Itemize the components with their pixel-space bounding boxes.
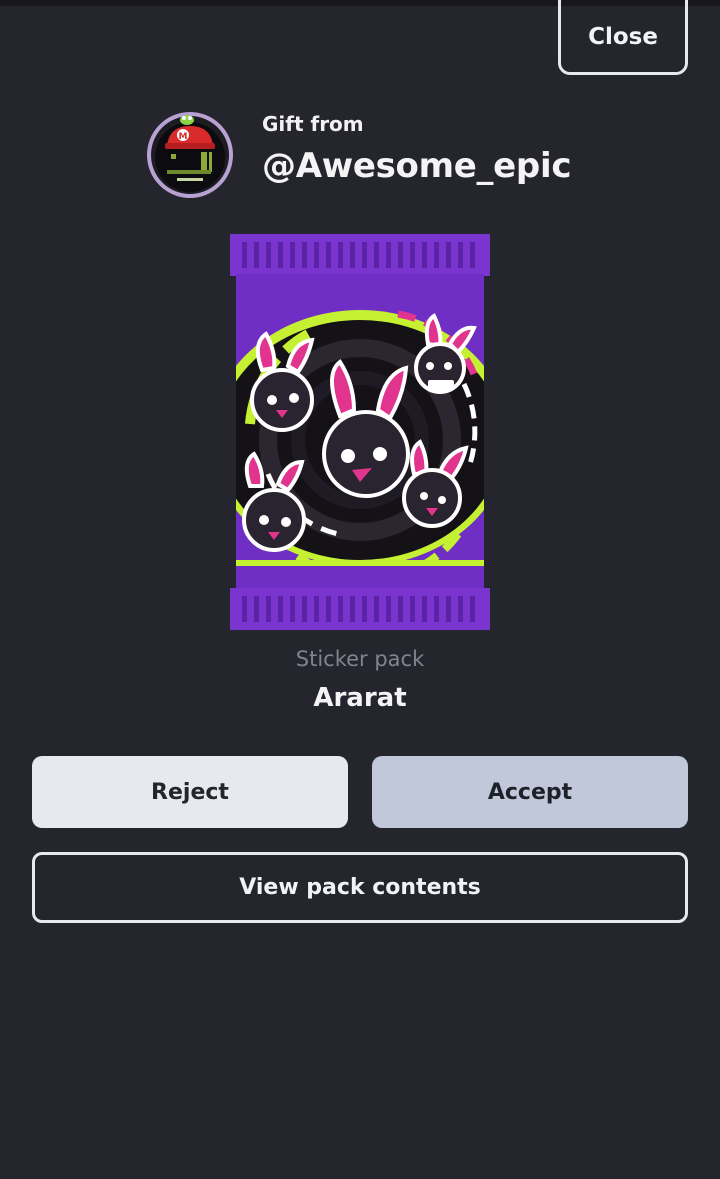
view-pack-contents-button[interactable]: View pack contents xyxy=(32,852,688,923)
pack-name: Ararat xyxy=(313,683,407,713)
gift-from-label: Gift from xyxy=(262,112,364,136)
reject-button[interactable]: Reject xyxy=(32,756,348,828)
pack-type-label: Sticker pack xyxy=(295,647,425,671)
sender-avatar-icon: M xyxy=(147,112,233,198)
svg-text:M: M xyxy=(179,132,188,142)
sticker-pack-icon xyxy=(230,234,490,630)
sender-handle[interactable]: @Awesome_epic xyxy=(262,146,571,186)
accept-button[interactable]: Accept xyxy=(372,756,688,828)
close-button[interactable]: Close xyxy=(558,0,688,75)
